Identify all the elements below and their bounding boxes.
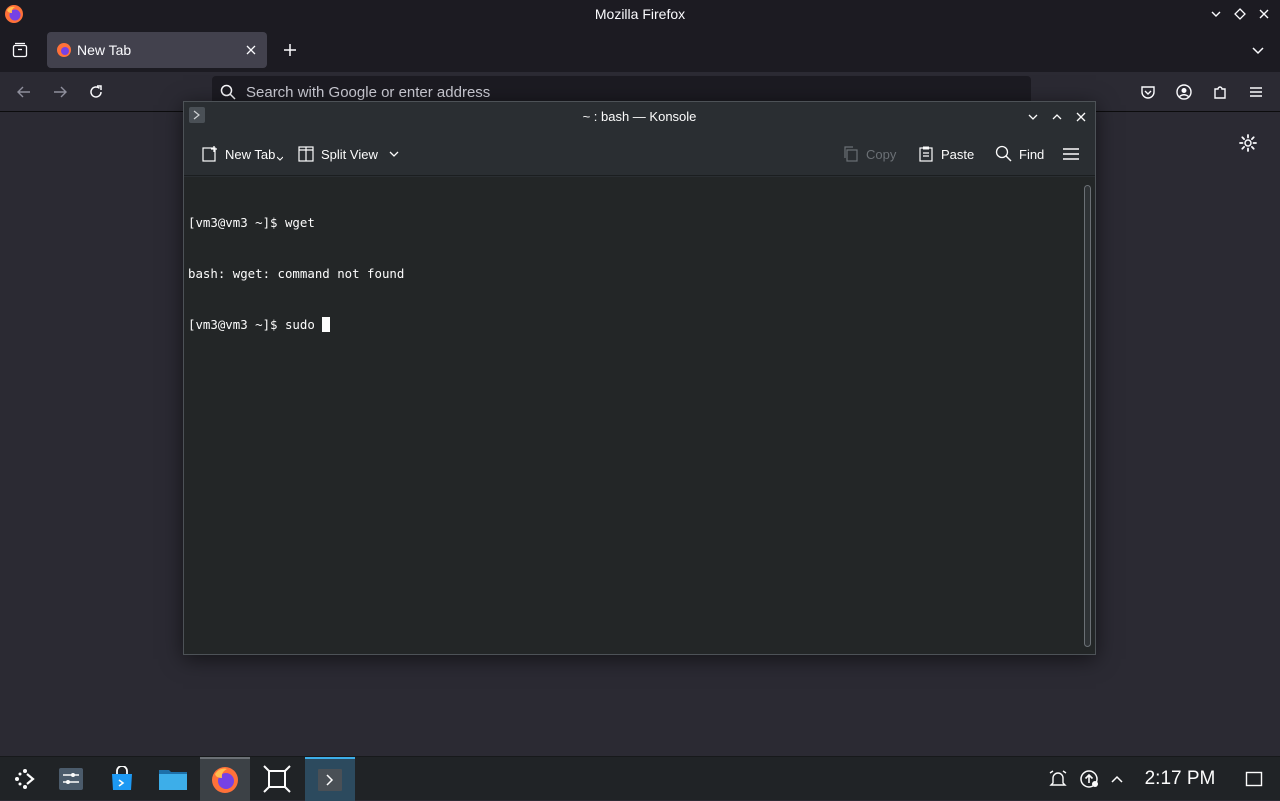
terminal-line: bash: wget: command not found xyxy=(188,266,405,281)
reload-icon[interactable] xyxy=(84,80,108,104)
application-launcher[interactable] xyxy=(0,757,50,801)
firefox-view-icon[interactable] xyxy=(8,38,32,62)
find-label: Find xyxy=(1019,146,1045,162)
back-arrow-icon[interactable] xyxy=(12,80,36,104)
new-tab-plus-icon[interactable] xyxy=(278,38,302,62)
terminal-line: [vm3@vm3 ~]$ sudo xyxy=(188,317,323,332)
minimize-icon[interactable] xyxy=(1023,107,1043,127)
search-icon xyxy=(220,84,236,100)
paste-icon xyxy=(919,146,933,162)
maximize-icon[interactable] xyxy=(1047,107,1067,127)
new-tab-button[interactable]: New Tab xyxy=(201,142,284,166)
maximize-icon[interactable] xyxy=(1230,4,1250,24)
account-icon[interactable] xyxy=(1172,80,1196,104)
copy-icon xyxy=(844,146,858,162)
paste-button[interactable]: Paste xyxy=(917,142,974,166)
konsole-window-title: ~ : bash — Konsole xyxy=(582,109,697,124)
hamburger-menu-icon xyxy=(1063,148,1079,160)
show-desktop-icon[interactable] xyxy=(1244,769,1264,789)
taskbar-konsole[interactable] xyxy=(305,757,355,801)
notifications-bell-icon[interactable] xyxy=(1048,769,1068,789)
konsole-icon xyxy=(318,769,342,791)
search-icon xyxy=(995,145,1012,162)
split-view-button[interactable]: Split View xyxy=(297,142,400,166)
terminal-line: [vm3@vm3 ~]$ wget xyxy=(188,215,315,230)
system-tray-expand-icon[interactable] xyxy=(1107,769,1127,789)
minimize-icon[interactable] xyxy=(1206,4,1226,24)
firefox-titlebar: Mozilla Firefox xyxy=(0,0,1280,28)
system-settings-icon xyxy=(59,768,83,790)
menu-hamburger-icon[interactable] xyxy=(1244,80,1268,104)
terminal-output[interactable]: [vm3@vm3 ~]$ wget bash: wget: command no… xyxy=(184,177,1080,654)
new-tab-icon xyxy=(202,146,217,162)
tab-close-icon[interactable] xyxy=(243,42,259,58)
chevron-down-icon[interactable] xyxy=(388,148,400,160)
taskbar-overview[interactable] xyxy=(252,757,302,801)
forward-arrow-icon[interactable] xyxy=(48,80,72,104)
scrollbar-thumb[interactable] xyxy=(1084,185,1091,647)
firefox-favicon-icon xyxy=(57,43,71,57)
taskbar: 2:17 PM xyxy=(0,756,1280,801)
tab-label: New Tab xyxy=(77,42,132,58)
close-icon[interactable] xyxy=(1071,107,1091,127)
clock[interactable]: 2:17 PM xyxy=(1136,757,1224,801)
list-all-tabs-icon[interactable] xyxy=(1246,38,1270,62)
copy-label: Copy xyxy=(866,146,897,162)
firefox-icon xyxy=(212,767,238,793)
konsole-titlebar[interactable]: ~ : bash — Konsole xyxy=(184,102,1095,132)
dropdown-arrow-icon xyxy=(277,156,284,161)
discover-store-icon xyxy=(112,766,132,790)
window-overview-icon xyxy=(263,765,291,793)
terminal-cursor xyxy=(322,317,331,332)
copy-button[interactable]: Copy xyxy=(842,142,896,166)
extensions-icon[interactable] xyxy=(1208,80,1232,104)
taskbar-firefox[interactable] xyxy=(200,757,250,801)
taskbar-discover[interactable] xyxy=(97,757,147,801)
konsole-menu-button[interactable] xyxy=(1062,142,1080,166)
split-view-icon xyxy=(298,146,314,162)
close-icon[interactable] xyxy=(1254,4,1274,24)
find-button[interactable]: Find xyxy=(995,142,1044,166)
gear-icon[interactable] xyxy=(1238,133,1258,153)
taskbar-system-settings[interactable] xyxy=(46,757,96,801)
window-title: Mozilla Firefox xyxy=(594,6,686,22)
terminal-prompt-line: [vm3@vm3 ~]$ sudo xyxy=(188,316,1076,333)
firefox-tabbar: New Tab xyxy=(0,28,1280,72)
folder-icon xyxy=(159,770,187,790)
pocket-icon[interactable] xyxy=(1136,80,1160,104)
paste-label: Paste xyxy=(941,146,975,162)
taskbar-dolphin[interactable] xyxy=(148,757,198,801)
tab-new-tab[interactable]: New Tab xyxy=(47,32,267,68)
launcher-icon xyxy=(15,769,35,789)
konsole-toolbar: New Tab Split View Copy Paste Find xyxy=(184,132,1095,176)
terminal-scrollbar[interactable] xyxy=(1080,177,1095,654)
konsole-window[interactable]: ~ : bash — Konsole New Tab Split View Co… xyxy=(183,101,1096,655)
split-view-label: Split View xyxy=(321,146,378,162)
update-notifier-icon[interactable] xyxy=(1079,769,1099,789)
new-tab-label: New Tab xyxy=(225,146,276,162)
